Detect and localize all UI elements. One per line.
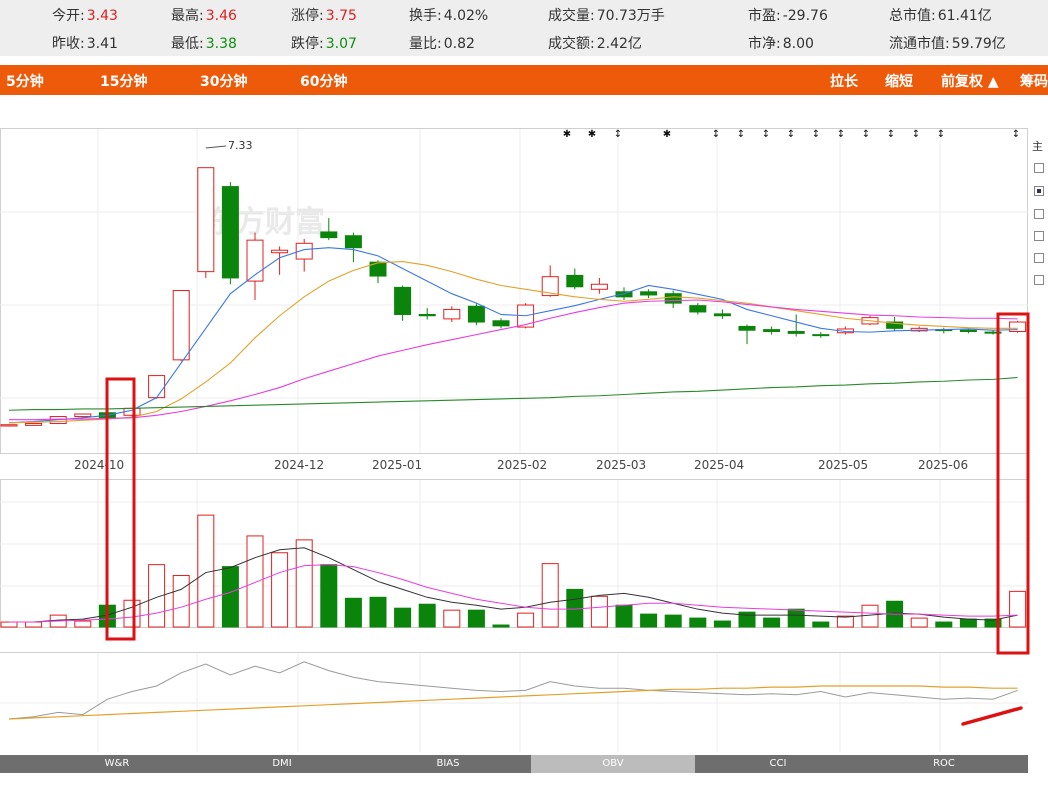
candle-body (664, 293, 682, 304)
event-marker: ↕ (912, 129, 920, 140)
event-marker: ↕ (762, 129, 770, 140)
highlight-trend-stroke (961, 706, 1023, 726)
event-marker: ✱ (588, 129, 596, 140)
event-marker: ↕ (737, 129, 745, 140)
main-panel-frame (0, 128, 1028, 454)
tab-bias[interactable]: BIAS (365, 755, 531, 773)
volume-bar (787, 608, 805, 628)
candle-body (640, 291, 658, 296)
candle-body (959, 329, 977, 332)
tab-obv[interactable]: OBV (531, 755, 695, 773)
candle-body (812, 334, 830, 337)
volume-bar (443, 609, 461, 628)
volume-bar (246, 535, 264, 628)
volume-bar (123, 599, 141, 628)
candle-body (763, 329, 781, 332)
candle-body (615, 291, 633, 298)
tab-dmi[interactable]: DMI (199, 755, 365, 773)
max-price-pointer (205, 145, 227, 149)
x-axis-label: 2025-02 (497, 458, 547, 472)
volume-bar (25, 621, 43, 628)
candle-body (148, 375, 166, 399)
candle-body (197, 167, 215, 273)
volume-bar (861, 604, 879, 628)
x-axis-label: 2024-10 (74, 458, 124, 472)
volume-bar (344, 597, 362, 628)
x-axis-label: 2025-03 (596, 458, 646, 472)
volume-bar (271, 552, 289, 628)
candle-body (467, 305, 485, 323)
tab-roc[interactable]: ROC (861, 755, 1027, 773)
event-marker: ↕ (862, 129, 870, 140)
volume-bar (295, 539, 313, 628)
x-axis-label: 2025-01 (372, 458, 422, 472)
volume-bar (1009, 590, 1027, 628)
x-axis-label: 2025-06 (918, 458, 968, 472)
candle-body (713, 313, 731, 317)
candle-body (172, 290, 190, 361)
event-marker: ↕ (937, 129, 945, 140)
volume-bar (418, 603, 436, 628)
x-axis-label: 2025-05 (818, 458, 868, 472)
candle-body (689, 305, 707, 313)
indicator-tabs: W&R DMI BIAS OBV CCI ROC (0, 755, 1028, 773)
x-axis-label: 2025-04 (694, 458, 744, 472)
volume-bar (664, 614, 682, 628)
volume-bar (935, 621, 953, 628)
candle-body (25, 422, 43, 426)
candle-body (566, 274, 584, 288)
x-axis-label: 2024-12 (274, 458, 324, 472)
volume-bar (590, 595, 608, 628)
volume-bar (221, 566, 239, 628)
volume-bar (615, 604, 633, 628)
volume-bar (836, 615, 854, 628)
candle-body (787, 330, 805, 334)
volume-bar (369, 596, 387, 628)
volume-bar (492, 624, 510, 628)
kline-chart[interactable]: 东方财富✱ ✱ ↕ ✱ ↕ ↕ ↕ ↕ ↕ ↕ ↕ ↕ ↕ ↕ ↕7.332024-10 2024-12 202… (0, 0, 1048, 794)
volume-bar (467, 609, 485, 628)
volume-bar (640, 613, 658, 628)
event-marker: ↕ (1012, 129, 1020, 140)
volume-bar (910, 617, 928, 628)
volume-bar (517, 612, 535, 628)
volume-bar (394, 607, 412, 628)
volume-bar (959, 618, 977, 628)
volume-bar (763, 617, 781, 628)
volume-bar (320, 564, 338, 628)
event-marker: ↕ (614, 129, 622, 140)
volume-bar (566, 588, 584, 628)
candle-body (418, 313, 436, 317)
event-marker: ✱ (663, 129, 671, 140)
volume-bar (812, 621, 830, 628)
max-price-label: 7.33 (228, 139, 253, 152)
candle-body (738, 325, 756, 331)
indicator-line (8, 661, 1018, 720)
event-marker: ↕ (712, 129, 720, 140)
event-marker: ↕ (837, 129, 845, 140)
candle-body (394, 286, 412, 315)
volume-bar (0, 621, 18, 628)
tab-wr[interactable]: W&R (35, 755, 199, 773)
volume-bar (689, 617, 707, 628)
candle-body (74, 413, 92, 418)
candle-body (443, 308, 461, 320)
event-marker: ↕ (787, 129, 795, 140)
event-marker: ✱ (563, 129, 571, 140)
event-marker: ↕ (812, 129, 820, 140)
candle-body (320, 231, 338, 239)
volume-bar (172, 575, 190, 628)
candle-body (590, 283, 608, 290)
candle-body (0, 424, 18, 427)
volume-bar (74, 620, 92, 628)
candle-body (221, 186, 239, 279)
candle-body (271, 249, 289, 254)
event-marker: ↕ (887, 129, 895, 140)
candle-body (492, 320, 510, 327)
volume-bar (713, 620, 731, 628)
volume-bar (541, 563, 559, 628)
candle-body (344, 235, 362, 249)
tab-cci[interactable]: CCI (695, 755, 861, 773)
